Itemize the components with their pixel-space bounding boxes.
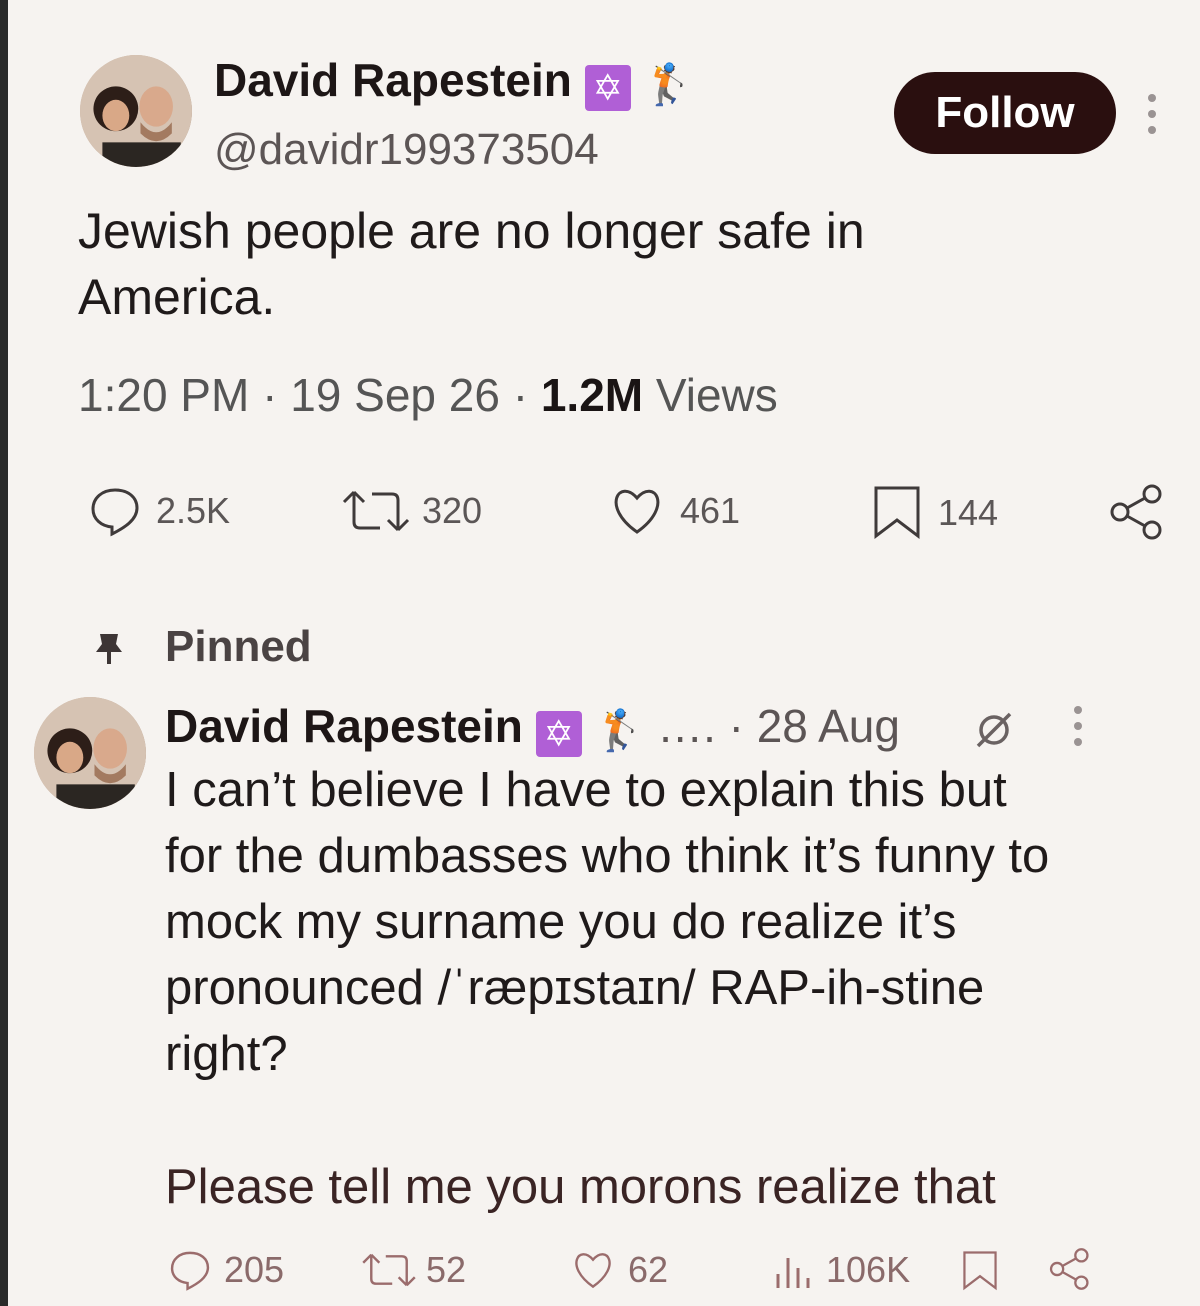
golfer-emoji: 🏌: [643, 63, 694, 107]
text-line: right?: [165, 1027, 288, 1081]
like-button[interactable]: 461: [608, 484, 740, 538]
more-icon[interactable]: [1142, 92, 1162, 143]
avatar-photo: [80, 55, 192, 167]
tweet-date[interactable]: 19 Sep 26: [290, 369, 500, 421]
share-button[interactable]: [1108, 482, 1166, 542]
author-name[interactable]: David Rapestein: [165, 700, 523, 752]
grok-icon[interactable]: [972, 708, 1016, 757]
bookmark-count: 144: [938, 492, 999, 533]
pin-icon: [92, 630, 126, 671]
avatar[interactable]: [80, 55, 192, 167]
pinned-views-button[interactable]: 106K: [772, 1248, 910, 1292]
author-row: David Rapestein ✡ 🏌: [214, 52, 693, 113]
avatar-photo: [34, 697, 146, 809]
bookmark-button[interactable]: 144: [870, 484, 998, 542]
retweet-count: 320: [422, 490, 483, 531]
tweet-time[interactable]: 1:20 PM: [78, 369, 249, 421]
bookmark-icon: [874, 486, 920, 540]
views-icon: [776, 1258, 810, 1288]
tweet-text: Jewish people are no longer safe in Amer…: [78, 203, 865, 325]
bookmark-icon: [963, 1251, 997, 1291]
pinned-tweet-text: I can’t believe I have to explain this b…: [165, 757, 1165, 1087]
tweet-meta: 1:20 PM · 19 Sep 26 · 1.2M Views: [78, 365, 778, 425]
pinned-author-row: David Rapestein ✡ 🏌 …. · 28 Aug: [165, 698, 900, 759]
share-icon: [1049, 1248, 1089, 1290]
star-of-david-badge: ✡: [535, 711, 582, 757]
retweet-icon: [362, 1253, 416, 1287]
pinned-retweet-button[interactable]: 52: [360, 1248, 466, 1292]
meta-separator: ·: [512, 369, 529, 421]
golfer-emoji: 🏌: [594, 709, 645, 753]
pinned-share-button[interactable]: [1048, 1246, 1092, 1292]
star-of-david-badge: ✡: [584, 65, 631, 111]
author-name[interactable]: David Rapestein: [214, 54, 572, 106]
like-count: 461: [680, 490, 741, 531]
window-edge: [0, 0, 8, 1306]
text-line: pronounced /ˈræpɪstaɪn/ RAP-ih-stine: [165, 961, 985, 1015]
share-icon: [1110, 484, 1162, 540]
views-count: 106K: [826, 1249, 911, 1290]
pinned-tweet-more-text: Please tell me you morons realize that: [165, 1160, 996, 1214]
like-count: 62: [628, 1249, 669, 1290]
text-line: for the dumbasses who think it’s funny t…: [165, 829, 1050, 883]
retweet-icon: [342, 490, 410, 532]
reply-icon: [91, 488, 139, 537]
pinned-avatar[interactable]: [34, 697, 146, 809]
reply-button[interactable]: 2.5K: [88, 484, 230, 538]
follow-button[interactable]: Follow: [894, 72, 1116, 154]
text-line: mock my surname you do realize it’s: [165, 895, 957, 949]
pinned-meta[interactable]: …. · 28 Aug: [657, 700, 900, 752]
like-icon: [614, 489, 660, 534]
reply-count: 2.5K: [156, 490, 231, 531]
pinned-more-icon[interactable]: [1068, 704, 1088, 753]
meta-separator: ·: [262, 369, 278, 421]
pinned-bookmark-button[interactable]: [960, 1248, 1000, 1294]
pinned-like-button[interactable]: 62: [570, 1248, 668, 1292]
views-count: 1.2M: [540, 369, 644, 421]
pinned-label: Pinned: [165, 622, 312, 671]
text-line: I can’t believe I have to explain this b…: [165, 763, 1007, 817]
retweet-button[interactable]: 320: [340, 484, 482, 538]
pinned-reply-button[interactable]: 205: [168, 1248, 284, 1292]
views-label: Views: [655, 369, 778, 421]
like-icon: [575, 1253, 611, 1289]
reply-icon: [170, 1251, 210, 1291]
reply-count: 205: [224, 1249, 285, 1290]
author-handle[interactable]: @davidr199373504: [214, 124, 599, 176]
retweet-count: 52: [426, 1249, 467, 1290]
